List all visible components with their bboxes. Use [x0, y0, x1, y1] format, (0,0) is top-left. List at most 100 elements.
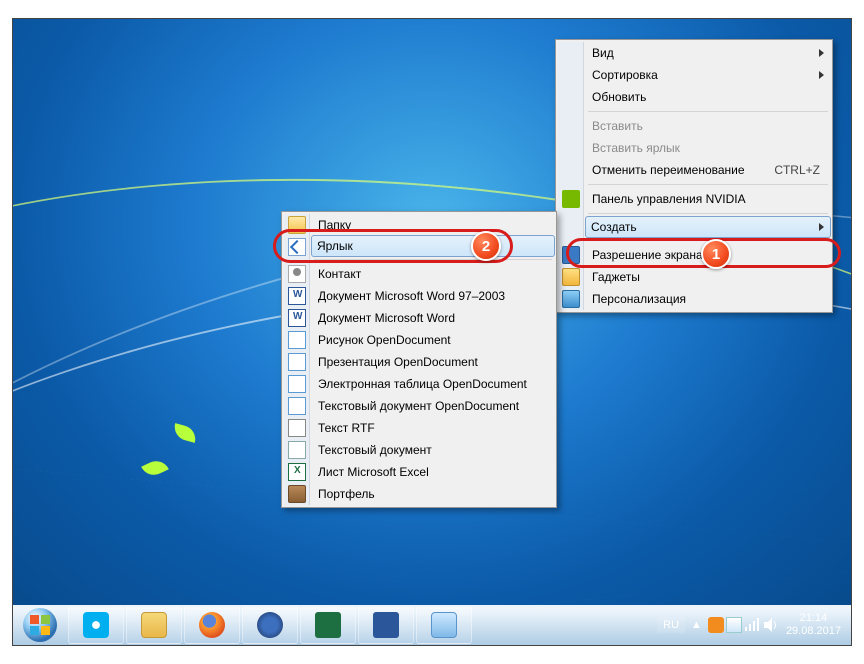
- menu-item-personalize[interactable]: Персонализация: [586, 288, 830, 310]
- skype-icon: [83, 612, 109, 638]
- explorer-icon: [141, 612, 167, 638]
- menu-item-label: Презентация OpenDocument: [318, 355, 478, 369]
- taskbar-item-word[interactable]: [358, 606, 414, 644]
- menu-item-sort[interactable]: Сортировка: [586, 64, 830, 86]
- opendocument-icon: [288, 397, 306, 415]
- menu-item-refresh[interactable]: Обновить: [586, 86, 830, 108]
- menu-item-label: Контакт: [318, 267, 361, 281]
- menu-item-undo-rename[interactable]: Отменить переименование CTRL+Z: [586, 159, 830, 181]
- menu-item-view[interactable]: Вид: [586, 42, 830, 64]
- submenu-item-folder[interactable]: Папку: [312, 214, 554, 236]
- word-icon: [288, 309, 306, 327]
- create-submenu: Папку Ярлык Контакт Документ Microsoft W…: [281, 211, 557, 508]
- menu-item-label: Создать: [591, 220, 637, 234]
- taskbar-item-notepad[interactable]: [416, 606, 472, 644]
- menu-item-label: Текст RTF: [318, 421, 375, 435]
- network-icon[interactable]: [744, 617, 760, 633]
- submenu-item-od-spread[interactable]: Электронная таблица OpenDocument: [312, 373, 554, 395]
- action-center-icon[interactable]: [726, 617, 742, 633]
- menu-item-paste-shortcut: Вставить ярлык: [586, 137, 830, 159]
- menu-item-label: Персонализация: [592, 292, 686, 306]
- taskbar-item-excel[interactable]: [300, 606, 356, 644]
- submenu-item-od-text[interactable]: Текстовый документ OpenDocument: [312, 395, 554, 417]
- taskbar-item-skype[interactable]: [68, 606, 124, 644]
- start-button[interactable]: [13, 605, 67, 645]
- thunderbird-icon: [257, 612, 283, 638]
- submenu-item-rtf[interactable]: Текст RTF: [312, 417, 554, 439]
- menu-item-paste: Вставить: [586, 115, 830, 137]
- clock-time: 21:14: [786, 612, 841, 625]
- menu-item-label: Папку: [318, 218, 351, 232]
- shortcut-icon: [288, 238, 306, 256]
- menu-item-label: Панель управления NVIDIA: [592, 192, 746, 206]
- menu-item-label: Вставить ярлык: [592, 141, 680, 155]
- menu-separator: [588, 184, 828, 185]
- taskbar: RU ▲ 21:14 29.08.2017: [13, 605, 851, 645]
- submenu-arrow-icon: [819, 223, 824, 231]
- gadgets-icon: [562, 268, 580, 286]
- menu-item-label: Рисунок OpenDocument: [318, 333, 451, 347]
- menu-item-nvidia[interactable]: Панель управления NVIDIA: [586, 188, 830, 210]
- taskbar-item-explorer[interactable]: [126, 606, 182, 644]
- desktop-context-menu: Вид Сортировка Обновить Вставить Вставит…: [555, 39, 833, 313]
- submenu-item-word[interactable]: Документ Microsoft Word: [312, 307, 554, 329]
- menu-item-create[interactable]: Создать: [585, 216, 831, 238]
- submenu-arrow-icon: [819, 49, 824, 57]
- submenu-item-txt[interactable]: Текстовый документ: [312, 439, 554, 461]
- menu-item-label: Портфель: [318, 487, 375, 501]
- menu-separator: [588, 213, 828, 214]
- menu-item-label: Гаджеты: [592, 270, 640, 284]
- opendocument-icon: [288, 353, 306, 371]
- windows-logo-icon: [23, 608, 57, 642]
- rtf-icon: [288, 419, 306, 437]
- menu-item-label: Текстовый документ: [318, 443, 432, 457]
- notepad-icon: [431, 612, 457, 638]
- excel-icon: [288, 463, 306, 481]
- excel-icon: [315, 612, 341, 638]
- display-icon: [562, 246, 580, 264]
- submenu-item-od-pres[interactable]: Презентация OpenDocument: [312, 351, 554, 373]
- menu-item-label: Разрешение экрана: [592, 248, 703, 262]
- menu-item-label: Лист Microsoft Excel: [318, 465, 429, 479]
- menu-item-label: Отменить переименование: [592, 163, 745, 177]
- menu-item-label: Документ Microsoft Word 97–2003: [318, 289, 505, 303]
- submenu-item-word9703[interactable]: Документ Microsoft Word 97–2003: [312, 285, 554, 307]
- word-icon: [288, 287, 306, 305]
- submenu-item-od-draw[interactable]: Рисунок OpenDocument: [312, 329, 554, 351]
- nvidia-icon: [562, 190, 580, 208]
- submenu-arrow-icon: [819, 71, 824, 79]
- word-icon: [373, 612, 399, 638]
- submenu-item-excel[interactable]: Лист Microsoft Excel: [312, 461, 554, 483]
- menu-item-label: Документ Microsoft Word: [318, 311, 455, 325]
- personalize-icon: [562, 290, 580, 308]
- menu-item-gadgets[interactable]: Гаджеты: [586, 266, 830, 288]
- volume-icon[interactable]: [762, 617, 778, 633]
- menu-item-label: Вид: [592, 46, 614, 60]
- contact-icon: [288, 265, 306, 283]
- language-indicator[interactable]: RU: [657, 617, 685, 633]
- menu-item-label: Электронная таблица OpenDocument: [318, 377, 527, 391]
- tray-show-hidden-icons[interactable]: ▲: [687, 619, 706, 631]
- opendocument-icon: [288, 331, 306, 349]
- system-tray: RU ▲ 21:14 29.08.2017: [657, 612, 851, 637]
- submenu-item-contact[interactable]: Контакт: [312, 263, 554, 285]
- menu-item-label: Обновить: [592, 90, 646, 104]
- submenu-item-briefcase[interactable]: Портфель: [312, 483, 554, 505]
- tray-app-icon[interactable]: [708, 617, 724, 633]
- firefox-icon: [199, 612, 225, 638]
- menu-separator: [314, 259, 552, 260]
- taskbar-item-thunderbird[interactable]: [242, 606, 298, 644]
- clock-date: 29.08.2017: [786, 625, 841, 638]
- badge-number: 1: [712, 246, 720, 263]
- desktop[interactable]: Вид Сортировка Обновить Вставить Вставит…: [13, 19, 851, 605]
- submenu-item-shortcut[interactable]: Ярлык: [311, 235, 555, 257]
- menu-item-shortcut: CTRL+Z: [774, 163, 820, 177]
- menu-item-label: Ярлык: [317, 239, 353, 253]
- taskbar-clock[interactable]: 21:14 29.08.2017: [780, 612, 841, 637]
- annotation-badge-2: 2: [471, 231, 501, 261]
- badge-number: 2: [482, 238, 490, 255]
- menu-separator: [588, 111, 828, 112]
- taskbar-item-firefox[interactable]: [184, 606, 240, 644]
- annotation-badge-1: 1: [701, 239, 731, 269]
- menu-item-label: Вставить: [592, 119, 643, 133]
